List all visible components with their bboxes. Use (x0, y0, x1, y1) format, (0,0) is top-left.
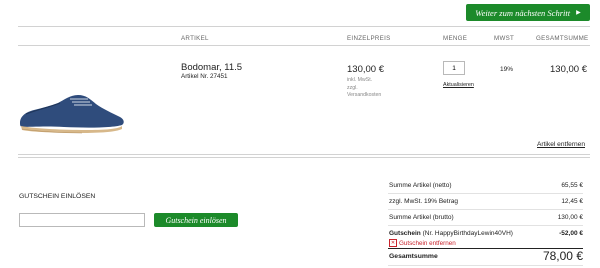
header-vat: MWST (494, 35, 515, 42)
summary-vat-label: zzgl. MwSt. 19% Betrag (389, 198, 458, 205)
divider-items-double (18, 157, 590, 158)
price-note-incl-vat: inkl. MwSt. (347, 77, 373, 83)
applied-coupon-label: Gutschein (389, 230, 421, 237)
unit-price-value: 130,00 € (347, 64, 384, 75)
vat-rate: 19% (500, 66, 514, 73)
summary-divider (388, 193, 583, 194)
price-note-shipping: Versandkosten (347, 92, 382, 99)
header-total: GESAMTSUMME (536, 35, 589, 42)
redeem-coupon-label: Gutschein einlösen (165, 215, 227, 225)
product-image[interactable] (16, 90, 128, 138)
update-quantity-link[interactable]: Aktualisieren (443, 82, 474, 88)
applied-coupon-value: -52,00 € (559, 230, 583, 237)
redeem-coupon-button[interactable]: Gutschein einlösen (154, 213, 238, 227)
grand-total-label: Gesamtsumme (389, 253, 438, 260)
header-article: ARTIKEL (181, 35, 209, 42)
summary-divider (388, 225, 583, 226)
summary-vat-value: 12,45 € (561, 198, 583, 205)
summary-divider (388, 209, 583, 210)
remove-article-link[interactable]: Artikel entfernen (537, 141, 585, 148)
close-icon: ✕ (389, 239, 397, 247)
grand-total-value: 78,00 € (542, 249, 583, 263)
item-total: 130,00 € (550, 64, 587, 75)
summary-net-label: Summe Artikel (netto) (389, 182, 452, 189)
quantity-input[interactable] (443, 61, 465, 75)
remove-coupon-label: Gutschein entfernen (399, 239, 456, 247)
header-quantity: MENGE (443, 35, 468, 42)
unit-price: 130,00 € inkl. MwSt. zzgl. Versandkosten (347, 64, 384, 100)
coupon-input[interactable] (19, 213, 145, 227)
summary-net-value: 65,55 € (561, 182, 583, 189)
divider-top (18, 26, 590, 27)
applied-coupon: Gutschein (Nr. HappyBirthdayLewin40VH) (389, 230, 513, 237)
next-step-button[interactable]: Weiter zum nächsten Schritt ▶ (466, 4, 590, 21)
summary-bottom-divider (388, 265, 583, 266)
header-unit-price: EINZELPREIS (347, 35, 391, 42)
product-name[interactable]: Bodomar, 11.5 (181, 62, 242, 73)
product-sku: Artikel Nr. 27451 (181, 73, 228, 80)
summary-gross-value: 130,00 € (557, 214, 583, 221)
next-step-label: Weiter zum nächsten Schritt (475, 7, 571, 18)
shoe-icon (20, 95, 124, 134)
price-note-plus: zzgl. (347, 84, 358, 91)
divider-items (18, 154, 590, 155)
remove-coupon-link[interactable]: ✕ Gutschein entfernen (389, 239, 456, 247)
summary-gross-label: Summe Artikel (brutto) (389, 214, 454, 221)
arrow-right-icon: ▶ (576, 10, 581, 16)
applied-coupon-code: (Nr. HappyBirthdayLewin40VH) (422, 230, 513, 237)
divider-header (18, 45, 590, 46)
coupon-title: GUTSCHEIN EINLÖSEN (19, 193, 96, 200)
